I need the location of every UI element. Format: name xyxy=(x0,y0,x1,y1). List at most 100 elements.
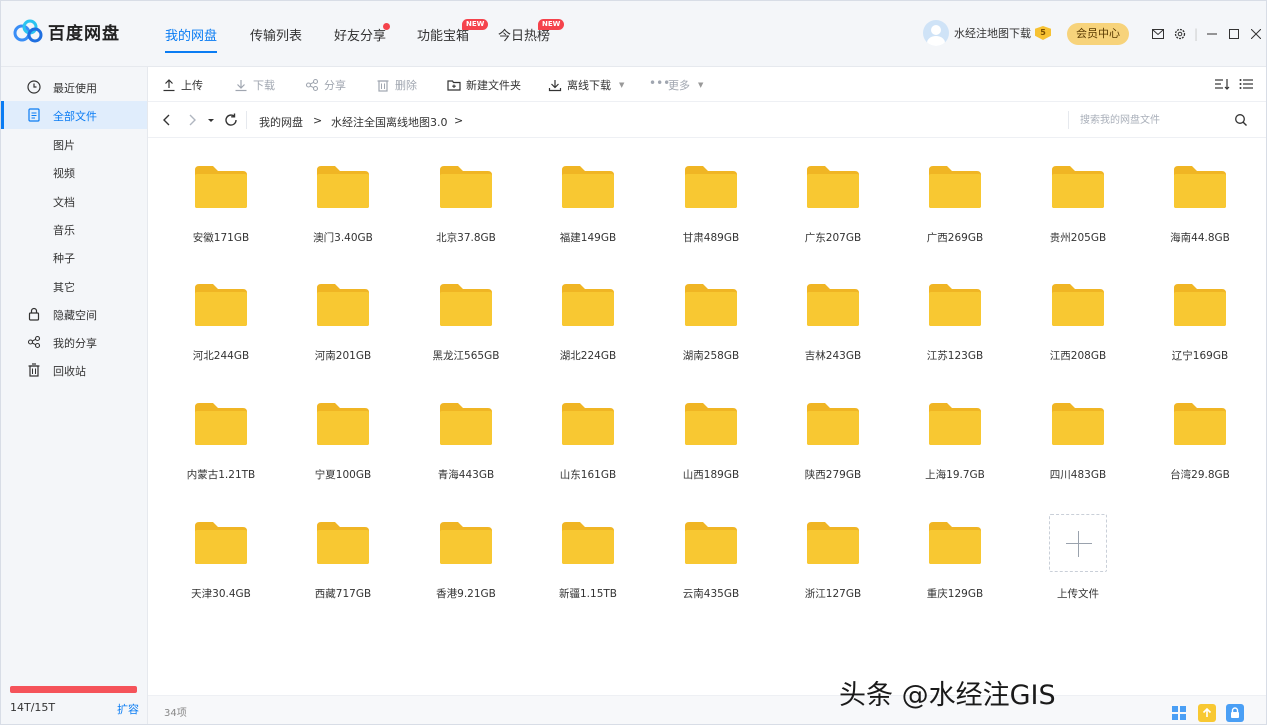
app-logo[interactable]: 百度网盘 xyxy=(13,18,120,44)
folder-item[interactable]: 北京37.8GB xyxy=(416,138,516,244)
toolbar: 上传 下载 分享 删除 新建文件夹 离线下载 ▼ ••• 更多 ▼ xyxy=(148,67,1266,102)
search-icon[interactable] xyxy=(1234,113,1248,127)
folder-name: 山西189GB xyxy=(682,469,740,481)
breadcrumb-current[interactable]: 水经注全国离线地图3.0 xyxy=(331,114,448,130)
sidebar-item-other[interactable]: 其它 xyxy=(1,272,147,300)
sidebar-item-torrents[interactable]: 种子 xyxy=(1,243,147,271)
sidebar-item-images[interactable]: 图片 xyxy=(1,130,147,158)
offline-download-button[interactable]: 离线下载 ▼ xyxy=(548,77,624,93)
back-icon[interactable] xyxy=(159,112,175,128)
folder-item[interactable]: 湖北224GB xyxy=(538,256,638,362)
folder-item[interactable]: 吉林243GB xyxy=(783,256,883,362)
folder-item[interactable]: 云南435GB xyxy=(661,494,761,600)
folder-item[interactable]: 宁夏100GB xyxy=(293,375,393,481)
item-count: 34项 xyxy=(164,708,187,719)
sidebar-item-my-shares[interactable]: 我的分享 xyxy=(1,328,147,356)
expand-storage-link[interactable]: 扩容 xyxy=(117,701,139,717)
upload-label: 上传 xyxy=(181,79,203,92)
trash-icon xyxy=(28,363,40,377)
folder-name: 吉林243GB xyxy=(804,350,862,362)
folder-item[interactable]: 贵州205GB xyxy=(1028,138,1128,244)
caret-down-icon[interactable]: ▼ xyxy=(698,81,703,89)
transfer-up-icon[interactable] xyxy=(1198,704,1216,722)
new-folder-button[interactable]: 新建文件夹 xyxy=(447,77,521,93)
upload-button[interactable]: 上传 xyxy=(162,77,203,93)
close-icon[interactable] xyxy=(1245,24,1266,44)
folder-item[interactable]: 陕西279GB xyxy=(783,375,883,481)
tab-transfer-list[interactable]: 传输列表 xyxy=(250,25,302,44)
share-icon xyxy=(27,335,41,349)
share-button[interactable]: 分享 xyxy=(305,77,346,93)
sidebar-item-all-files[interactable]: 全部文件 xyxy=(1,101,147,129)
folder-item[interactable]: 河南201GB xyxy=(293,256,393,362)
folder-item[interactable]: 西藏717GB xyxy=(293,494,393,600)
sidebar-item-recent[interactable]: 最近使用 xyxy=(1,73,147,101)
sidebar-item-label: 我的分享 xyxy=(53,337,97,350)
folder-item[interactable]: 黑龙江565GB xyxy=(416,256,516,362)
user-info[interactable]: 水经注地图下载 5 xyxy=(923,20,1051,46)
sort-icon[interactable] xyxy=(1214,76,1230,92)
folder-item[interactable]: 广西269GB xyxy=(905,138,1005,244)
history-dropdown-icon[interactable] xyxy=(206,112,216,128)
folder-item[interactable]: 安徽171GB xyxy=(171,138,271,244)
upload-file-label[interactable]: 上传文件 xyxy=(1028,586,1128,601)
lock-icon[interactable] xyxy=(1226,704,1244,722)
folder-item[interactable]: 浙江127GB xyxy=(783,494,883,600)
sidebar-item-label: 视频 xyxy=(53,167,75,180)
refresh-icon[interactable] xyxy=(223,112,239,128)
caret-down-icon[interactable]: ▼ xyxy=(619,81,624,89)
grid-view-icon[interactable] xyxy=(1170,704,1188,722)
folder-item[interactable]: 香港9.21GB xyxy=(416,494,516,600)
folder-item[interactable]: 福建149GB xyxy=(538,138,638,244)
sidebar-item-recycle-bin[interactable]: 回收站 xyxy=(1,356,147,384)
delete-button[interactable]: 删除 xyxy=(376,77,417,93)
file-grid: 安徽171GB 澳门3.40GB 北京37.8GB 福建149GB 甘肃489GB 广东2… xyxy=(148,138,1266,695)
folder-item[interactable]: 内蒙古1.21TB xyxy=(171,375,271,481)
folder-item[interactable]: 广东207GB xyxy=(783,138,883,244)
folder-item[interactable]: 河北244GB xyxy=(171,256,271,362)
download-button[interactable]: 下载 xyxy=(234,77,275,93)
sidebar-item-documents[interactable]: 文档 xyxy=(1,187,147,215)
folder-item[interactable]: 四川483GB xyxy=(1028,375,1128,481)
folder-item[interactable]: 澳门3.40GB xyxy=(293,138,393,244)
trash-icon xyxy=(377,80,389,92)
upload-file-tile[interactable] xyxy=(1049,514,1107,572)
folder-item[interactable]: 天津30.4GB xyxy=(171,494,271,600)
forward-icon[interactable] xyxy=(184,112,200,128)
folder-item[interactable]: 辽宁169GB xyxy=(1150,256,1250,362)
folder-item[interactable]: 江苏123GB xyxy=(905,256,1005,362)
folder-item[interactable]: 新疆1.15TB xyxy=(538,494,638,600)
sidebar-item-music[interactable]: 音乐 xyxy=(1,215,147,243)
mail-icon[interactable] xyxy=(1147,24,1169,44)
folder-item[interactable]: 江西208GB xyxy=(1028,256,1128,362)
folder-item[interactable]: 山西189GB xyxy=(661,375,761,481)
member-center-button[interactable]: 会员中心 xyxy=(1067,23,1129,45)
more-button[interactable]: ••• 更多 ▼ xyxy=(649,77,703,93)
maximize-icon[interactable] xyxy=(1223,24,1245,44)
sidebar-item-hidden-space[interactable]: 隐藏空间 xyxy=(1,300,147,328)
tab-friend-share[interactable]: 好友分享 xyxy=(334,25,386,44)
vip-level-badge: 5 xyxy=(1035,26,1051,40)
folder-item[interactable]: 湖南258GB xyxy=(661,256,761,362)
folder-item[interactable]: 山东161GB xyxy=(538,375,638,481)
folder-item[interactable]: 台湾29.8GB xyxy=(1150,375,1250,481)
sidebar-item-label: 文档 xyxy=(53,196,75,209)
breadcrumb-root[interactable]: 我的网盘 xyxy=(259,114,303,130)
tab-my-drive[interactable]: 我的网盘 xyxy=(165,25,218,53)
folder-item[interactable]: 甘肃489GB xyxy=(661,138,761,244)
folder-item[interactable]: 海南44.8GB xyxy=(1150,138,1250,244)
sidebar-item-videos[interactable]: 视频 xyxy=(1,158,147,186)
folder-item[interactable]: 上海19.7GB xyxy=(905,375,1005,481)
folder-name: 辽宁169GB xyxy=(1171,350,1229,362)
folder-item[interactable]: 青海443GB xyxy=(416,375,516,481)
avatar[interactable] xyxy=(923,20,949,46)
folder-name: 黑龙江565GB xyxy=(432,350,500,362)
search-input[interactable] xyxy=(1080,111,1220,129)
list-view-icon[interactable] xyxy=(1238,76,1254,92)
username[interactable]: 水经注地图下载 xyxy=(954,25,1031,41)
folder-name: 重庆129GB xyxy=(926,588,984,600)
minimize-icon[interactable] xyxy=(1201,24,1223,44)
settings-icon[interactable] xyxy=(1169,24,1191,44)
folder-item[interactable]: 重庆129GB xyxy=(905,494,1005,600)
storage-usage-text: 14T/15T xyxy=(10,701,56,714)
